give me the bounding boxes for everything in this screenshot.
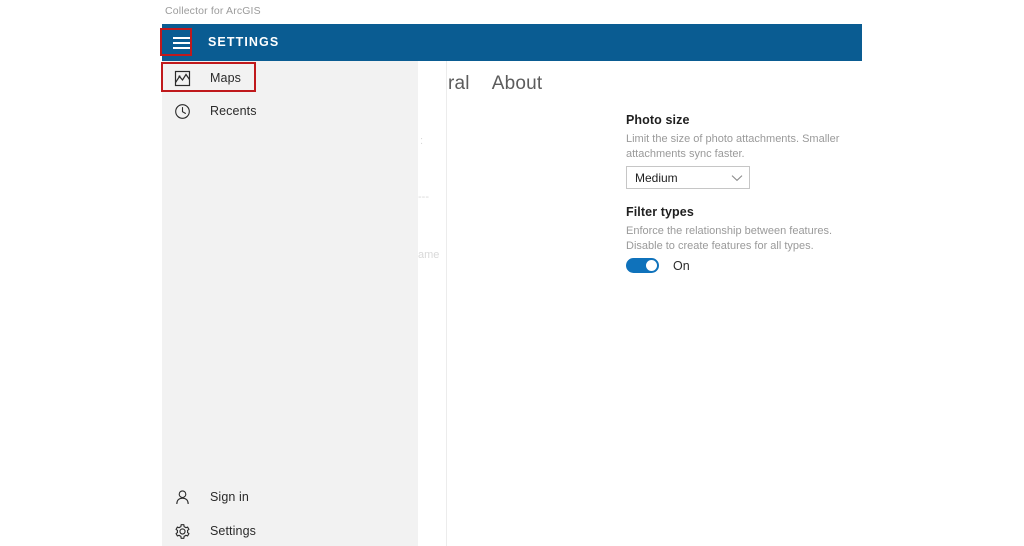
hamburger-icon-bar-2 xyxy=(173,41,192,44)
setting-filter-types-description: Enforce the relationship between feature… xyxy=(626,225,833,252)
sidebar-item-sign-in[interactable]: Sign in xyxy=(162,482,418,512)
application-window: Collector for ArcGIS SETTINGS Maps Recen… xyxy=(162,0,862,546)
settings-content-panel: : --- ame ral About Photo size Limit the… xyxy=(418,61,862,546)
map-icon xyxy=(170,66,194,90)
filter-types-toggle-label: On xyxy=(673,258,690,273)
sidebar-item-maps[interactable]: Maps xyxy=(162,63,418,93)
hamburger-menu-button[interactable] xyxy=(170,32,195,53)
setting-photo-size-title: Photo size xyxy=(626,113,690,127)
panel-divider xyxy=(446,61,447,546)
sidebar-item-maps-label: Maps xyxy=(210,71,241,85)
app-header-bar: SETTINGS xyxy=(162,24,862,61)
hamburger-icon-bar-1 xyxy=(173,36,192,39)
hamburger-icon-bar-3 xyxy=(173,46,192,49)
application-title: Collector for ArcGIS xyxy=(165,5,261,17)
photo-size-selected-value: Medium xyxy=(635,170,678,185)
sidebar-item-recents[interactable]: Recents xyxy=(162,96,418,126)
setting-photo-size-description: Limit the size of photo attachments. Sma… xyxy=(626,133,840,160)
person-icon xyxy=(170,485,194,509)
obscured-text-line-3: ame xyxy=(418,249,440,261)
settings-tab-strip: ral About xyxy=(448,73,542,95)
obscured-text-line-2: --- xyxy=(418,191,429,203)
sidebar-item-settings[interactable]: Settings xyxy=(162,516,418,546)
sidebar-item-settings-label: Settings xyxy=(210,524,256,538)
sidebar-item-sign-in-label: Sign in xyxy=(210,490,249,504)
obscured-text-line-1: : xyxy=(420,135,424,147)
chevron-down-icon xyxy=(731,174,743,182)
tab-general[interactable]: ral xyxy=(448,73,470,95)
tab-about[interactable]: About xyxy=(492,73,543,95)
toggle-knob xyxy=(646,260,657,271)
sidebar-item-recents-label: Recents xyxy=(210,104,257,118)
filter-types-toggle-row: On xyxy=(626,258,690,273)
page-title: SETTINGS xyxy=(208,35,280,49)
clock-icon xyxy=(170,99,194,123)
setting-photo-size: Photo size Limit the size of photo attac… xyxy=(626,113,864,189)
filter-types-toggle[interactable] xyxy=(626,258,659,273)
gear-icon xyxy=(170,519,194,543)
navigation-sidebar: Maps Recents Sign in Settings xyxy=(162,61,418,546)
photo-size-dropdown[interactable]: Medium xyxy=(626,166,750,189)
setting-filter-types-title: Filter types xyxy=(626,205,694,219)
setting-filter-types: Filter types Enforce the relationship be… xyxy=(626,205,864,273)
